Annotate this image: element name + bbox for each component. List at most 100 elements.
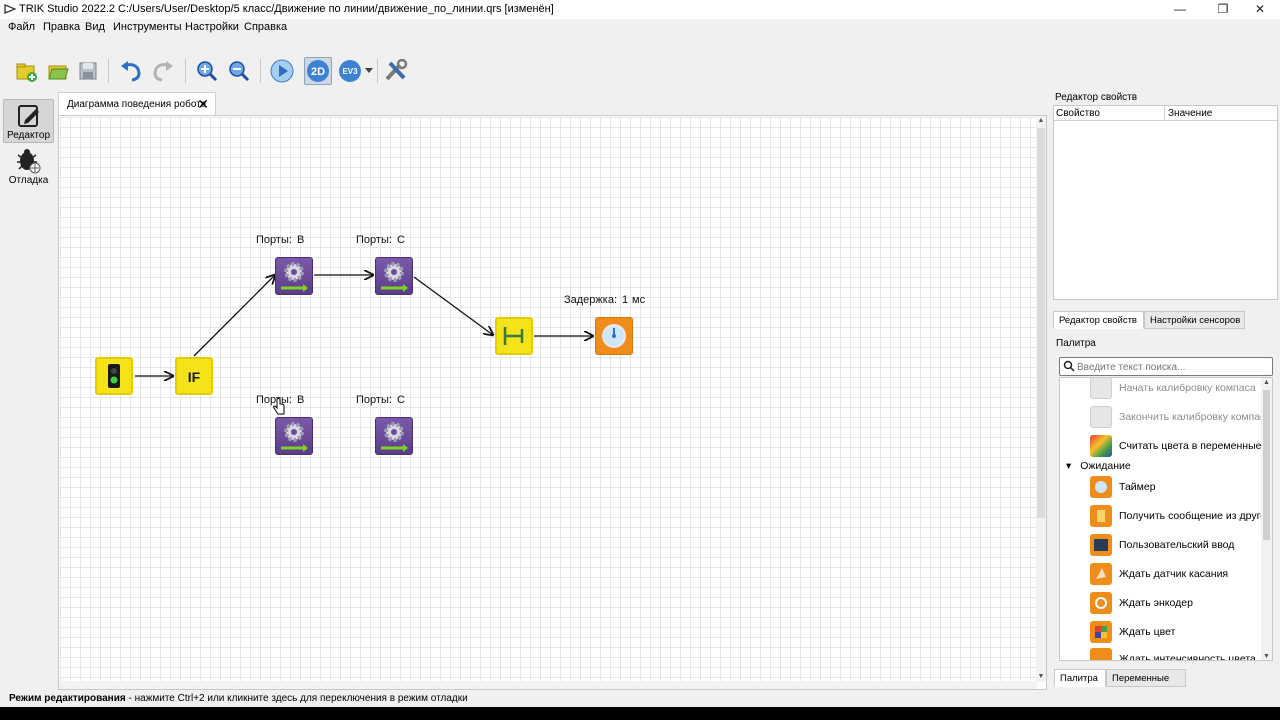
undo-icon[interactable] [117,57,145,85]
user-input-icon [1090,534,1112,556]
properties-table[interactable]: Свойство Значение [1053,105,1278,300]
palette-item-label: Считать цвета в переменные [1119,440,1262,452]
palette-item-label: Закончить калибровку компаса [1119,411,1272,423]
scroll-thumb[interactable] [1037,128,1045,518]
node-caption-value[interactable]: 1 [622,294,628,306]
redo-icon[interactable] [149,57,177,85]
canvas-horizontal-scrollbar[interactable] [59,681,1037,689]
hand-cursor-icon [273,398,285,415]
palette-list: Начать калибровку компаса Закончить кали… [1059,377,1273,661]
tab-palette[interactable]: Палитра [1054,669,1106,687]
palette-group-waiting[interactable]: ▾ Ожидание [1066,460,1131,472]
ev3-icon: EV3 [339,60,361,82]
palette-scrollbar[interactable]: ▲ ▼ [1261,378,1272,660]
status-text: Режим редактирования - нажмите Ctrl+2 ил… [9,693,468,704]
settings-tools-icon[interactable] [382,57,410,85]
tab-robot-behavior-diagram[interactable]: Диаграмма поведения робота ✕ [58,92,216,115]
node-caption-unit: мс [632,294,646,306]
zoom-in-icon[interactable] [193,57,221,85]
canvas-vertical-scrollbar[interactable]: ▲ ▼ [1036,116,1046,682]
palette-search-input[interactable] [1077,360,1267,374]
node-caption-label: Задержка: [564,294,618,306]
timer-icon [1090,476,1112,498]
minimize-button[interactable]: — [1160,0,1200,19]
receive-message-icon [1090,505,1112,527]
right-dock: Редактор свойств Свойство Значение Редак… [1050,89,1280,694]
editor-tab-bar: Диаграмма поведения робота ✕ [58,92,1048,115]
restore-button[interactable]: ❐ [1203,0,1243,19]
properties-tabs: Редактор свойств Настройки сенсоров [1053,311,1278,329]
palette-item-label: Начать калибровку компаса [1119,382,1256,394]
new-project-icon[interactable] [12,57,40,85]
toolbar-separator [185,59,186,83]
diagram-canvas[interactable]: IF Порты: B Порты: C Задержка: 1 мс Порт… [58,115,1047,690]
status-bar[interactable]: Режим редактирования - нажмите Ctrl+2 ил… [0,690,1280,707]
scroll-thumb[interactable] [1263,390,1270,540]
mode-debug[interactable]: Отладка [3,145,54,189]
wait-encoder-icon [1090,592,1112,614]
node-caption-value[interactable]: B [297,394,304,406]
search-icon [1063,360,1075,372]
col-property[interactable]: Свойство [1056,108,1100,119]
diagram-node-fork[interactable] [495,317,533,355]
properties-header: Свойство Значение [1054,106,1277,121]
motor-gear-icon [281,262,308,292]
mode-editor[interactable]: Редактор [3,99,54,143]
fork-icon [503,327,524,345]
save-icon[interactable] [74,57,102,85]
diagram-node-timer[interactable] [595,317,633,355]
chevron-down-icon[interactable]: ▾ [1066,460,1071,472]
node-caption-value[interactable]: C [397,234,405,246]
scroll-up-icon[interactable]: ▲ [1261,378,1272,388]
status-hint: - нажмите Ctrl+2 или кликните здесь для … [125,693,468,704]
ev3-dropdown-icon[interactable] [362,57,376,85]
palette-search[interactable] [1059,357,1273,376]
close-tab-icon[interactable]: ✕ [197,96,209,113]
close-window-button[interactable]: ✕ [1240,0,1280,19]
app-window: Файл Правка Вид Инструменты Настройки Сп… [0,19,1280,707]
tab-sensor-settings[interactable]: Настройки сенсоров [1144,311,1245,329]
2d-model-icon: 2D [307,60,329,82]
palette-item-label: Пользовательский ввод [1119,539,1235,551]
node-caption-value[interactable]: B [297,234,304,246]
compass-calibrate-start-icon [1090,378,1112,399]
2d-model-button[interactable]: 2D [304,57,332,85]
svg-text:2D: 2D [311,66,325,78]
if-block-icon: IF [188,369,201,385]
wait-color-intensity-icon [1090,648,1112,660]
scroll-down-icon[interactable]: ▼ [1036,672,1046,682]
scroll-up-icon[interactable]: ▲ [1036,116,1046,126]
mode-debug-label: Отладка [8,175,49,186]
diagram-node-if[interactable]: IF [175,357,213,395]
properties-title: Редактор свойств [1055,92,1138,103]
palette-group-label: Ожидание [1080,460,1131,472]
zoom-out-icon[interactable] [225,57,253,85]
tab-property-editor[interactable]: Редактор свойств [1053,311,1144,329]
ev3-button[interactable]: EV3 [336,57,364,85]
tab-label: Диаграмма поведения робота [67,99,207,110]
diagram-node-initial[interactable] [95,357,133,395]
wait-touch-icon [1090,563,1112,585]
motor-gear-icon [381,422,408,452]
diagram-links [135,116,1037,682]
wait-color-icon [1090,621,1112,643]
diagram-node-motors-forward[interactable] [375,257,413,295]
status-mode: Режим редактирования [9,693,126,704]
diagram-node-motors-forward[interactable] [275,417,313,455]
palette-item-label: Получить сообщение из другой [1119,510,1272,522]
toolbar-separator [108,59,109,83]
node-caption-label: Порты: [356,394,392,406]
node-caption-label: Порты: [256,234,292,246]
toolbar-separator [260,59,261,83]
tab-variables[interactable]: Переменные [1106,669,1186,687]
open-project-icon[interactable] [44,57,72,85]
editor-pencil-icon [18,105,39,127]
palette-title: Палитра [1056,338,1096,349]
col-value[interactable]: Значение [1168,108,1212,119]
diagram-node-motors-forward[interactable] [375,417,413,455]
scroll-down-icon[interactable]: ▼ [1261,652,1272,660]
node-caption-value[interactable]: C [397,394,405,406]
run-icon[interactable] [268,57,296,85]
diagram-node-motors-forward[interactable] [275,257,313,295]
palette-item-label: Ждать интенсивность цвета [1119,653,1256,661]
